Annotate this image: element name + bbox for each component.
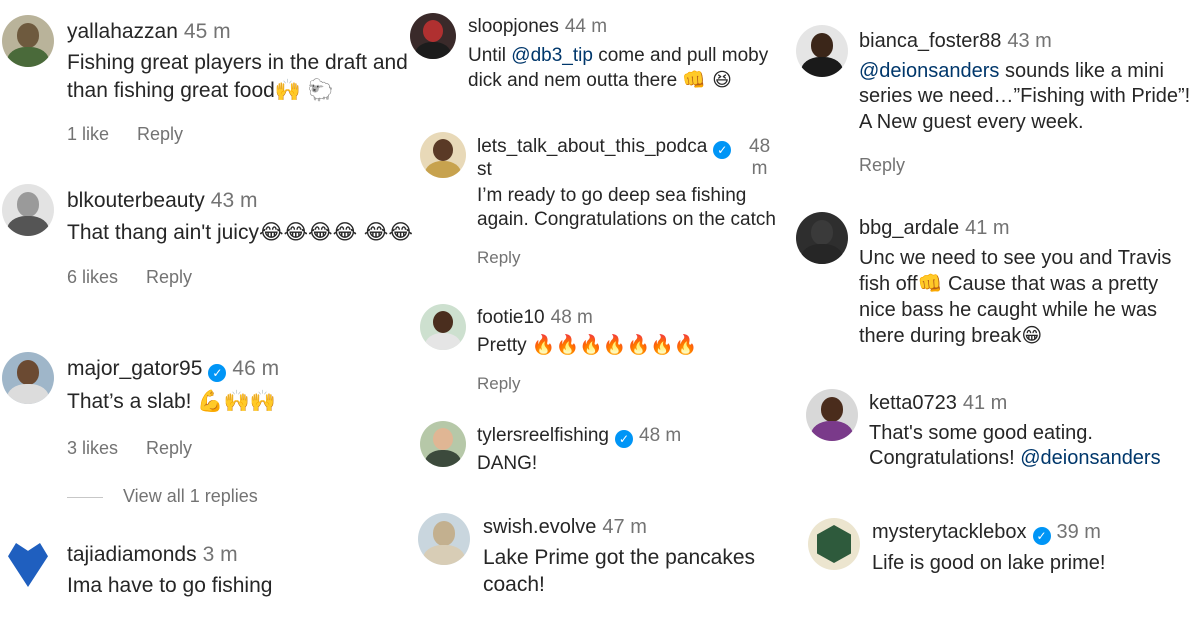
username-continued[interactable]: st — [477, 159, 492, 180]
avatar[interactable] — [2, 15, 54, 67]
like-count[interactable]: 6 likes — [67, 267, 118, 287]
reply-button[interactable]: Reply — [859, 155, 905, 175]
avatar[interactable] — [420, 304, 466, 350]
emoji-grin-icon: 😁 — [1021, 323, 1043, 348]
username[interactable]: swish.evolve — [483, 516, 596, 538]
comment-text: DANG! — [477, 453, 538, 474]
reply-button[interactable]: Reply — [146, 267, 192, 287]
timestamp: 48 m — [550, 307, 593, 328]
emoji-fist-icon: 👊 — [917, 271, 943, 296]
timestamp: 41 m — [962, 392, 1008, 414]
verified-check-icon: ✓ — [615, 430, 633, 448]
timestamp: 39 m — [1056, 521, 1101, 543]
timestamp: 46 m — [232, 357, 280, 380]
timestamp: 44 m — [564, 16, 608, 37]
emoji-muscle-icon: 💪🙌🙌 — [197, 389, 276, 413]
reply-button[interactable]: Reply — [137, 124, 183, 144]
comment-text: Until — [468, 44, 512, 66]
username[interactable]: major_gator95 — [67, 357, 202, 380]
username[interactable]: footie10 — [477, 307, 545, 328]
view-replies-label[interactable]: View all 1 replies — [123, 486, 258, 506]
verified-check-icon: ✓ — [713, 141, 732, 159]
divider — [67, 496, 103, 498]
diamond-crown-icon — [8, 543, 48, 587]
username[interactable]: bbg_ardale — [859, 217, 959, 239]
avatar[interactable] — [806, 389, 858, 441]
comment-text: That’s a slab! — [67, 390, 192, 413]
username[interactable]: lets_talk_about_this_podca — [477, 136, 707, 157]
timestamp: 43 m — [1007, 30, 1052, 52]
comment-text: Pretty — [477, 334, 527, 356]
reply-button[interactable]: Reply — [146, 438, 192, 458]
timestamp: 47 m — [602, 516, 647, 538]
emoji-hands-icon: 🙌 🐑 — [274, 77, 334, 102]
username[interactable]: mysterytacklebox — [872, 521, 1027, 543]
avatar[interactable] — [2, 184, 54, 236]
view-replies-link[interactable]: View all 1 replies — [67, 486, 258, 507]
username[interactable]: tajiadiamonds — [67, 543, 197, 566]
avatar[interactable] — [420, 421, 466, 467]
username[interactable]: blkouterbeauty — [67, 189, 205, 212]
timestamp: 48 m — [639, 425, 682, 446]
avatar[interactable] — [410, 13, 456, 59]
avatar[interactable] — [796, 212, 848, 264]
verified-check-icon: ✓ — [208, 364, 227, 382]
emoji-fire-icon: 🔥🔥🔥🔥🔥🔥🔥 — [531, 333, 698, 356]
like-count[interactable]: 1 like — [67, 124, 109, 144]
mention-link[interactable]: @db3_tip — [511, 45, 593, 66]
comment-text: I’m ready to go deep sea fishing again. … — [477, 185, 776, 231]
username[interactable]: tylersreelfishing — [477, 425, 609, 446]
timestamp-unit: m — [751, 157, 768, 179]
avatar[interactable] — [2, 352, 54, 404]
comment-text: Life is good on lake prime! — [872, 552, 1106, 574]
comment-text: That thang ain't juicy — [67, 221, 259, 245]
verified-check-icon: ✓ — [1032, 527, 1051, 545]
like-count[interactable]: 3 likes — [67, 438, 118, 458]
username[interactable]: yallahazzan — [67, 20, 178, 43]
emoji-laughing-icon: 😂😂😂😂 😂😂 — [258, 220, 413, 245]
avatar[interactable] — [420, 132, 466, 178]
timestamp: 45 m — [183, 20, 231, 43]
mention-link[interactable]: @deionsanders — [1020, 447, 1160, 469]
avatar[interactable] — [2, 539, 54, 591]
avatar[interactable] — [808, 518, 860, 570]
comment-text: Lake Prime got the pancakes coach! — [483, 546, 755, 596]
timestamp: 3 m — [202, 543, 238, 566]
reply-button[interactable]: Reply — [477, 248, 520, 267]
username[interactable]: bianca_foster88 — [859, 30, 1001, 52]
timestamp: 41 m — [965, 217, 1010, 239]
username[interactable]: sloopjones — [468, 16, 559, 37]
emoji-fist-icon: 👊 😆 — [682, 68, 732, 91]
timestamp: 43 m — [210, 189, 258, 212]
username[interactable]: ketta0723 — [869, 392, 957, 414]
comment-text: Fishing great players in the draft and t… — [67, 51, 408, 102]
reply-button[interactable]: Reply — [477, 374, 520, 393]
mention-link[interactable]: @deionsanders — [859, 60, 999, 82]
comment-text: Ima have to go fishing — [67, 574, 273, 598]
avatar[interactable] — [418, 513, 470, 565]
timestamp: 48 — [749, 136, 771, 157]
tacklebox-logo-icon — [817, 525, 851, 563]
avatar[interactable] — [796, 25, 848, 77]
